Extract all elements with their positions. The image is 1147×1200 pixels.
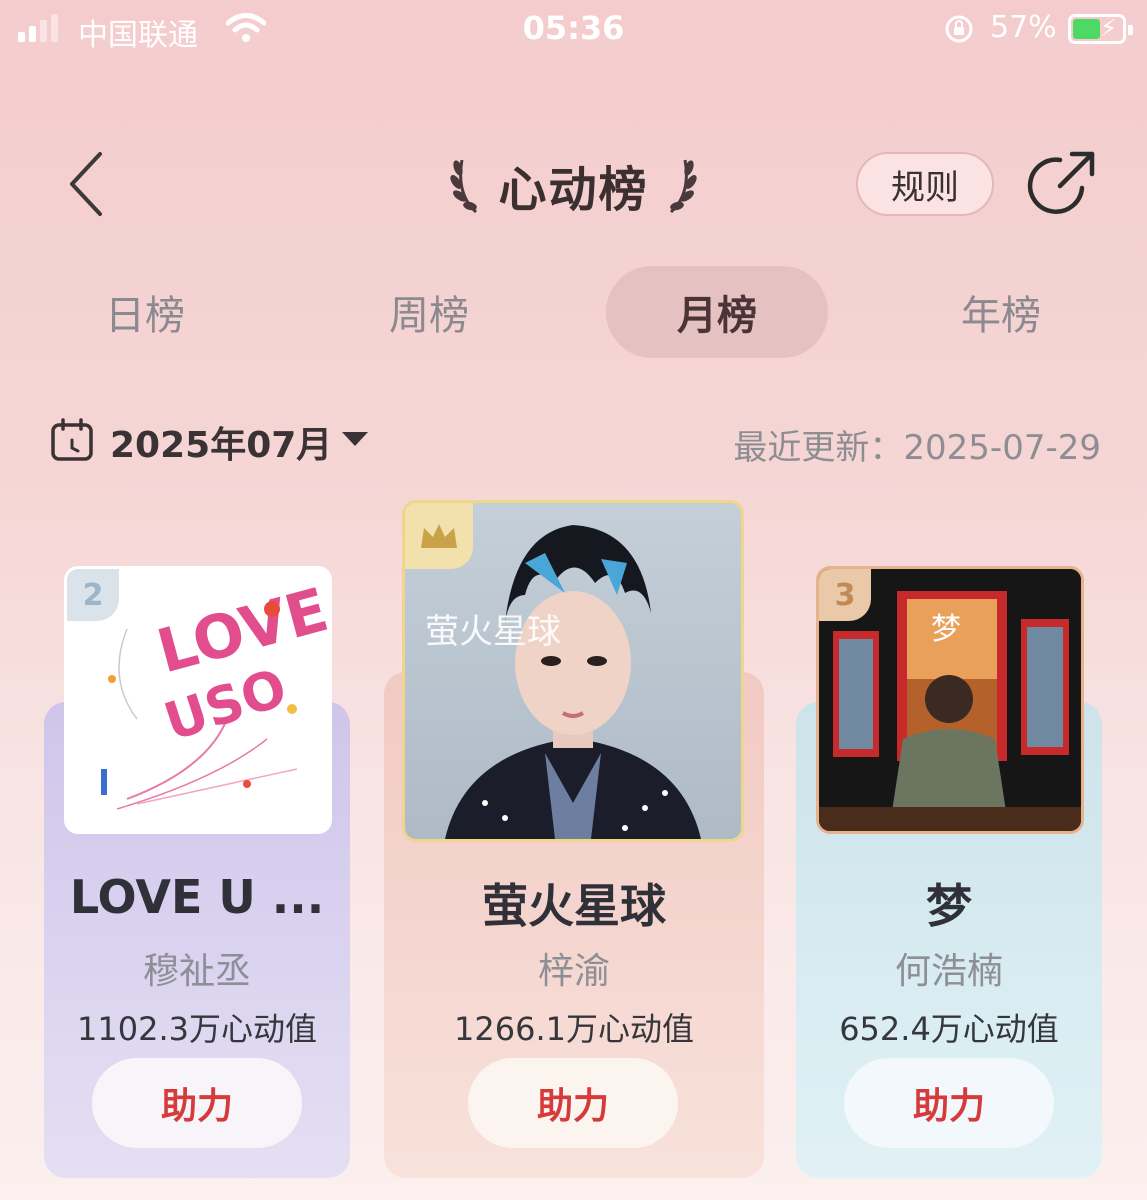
boost-button-3[interactable]: 助力	[844, 1058, 1054, 1148]
song-title-1[interactable]: 萤火星球	[384, 870, 764, 936]
album-cover-2[interactable]: LOVE USO 2	[64, 566, 332, 834]
rank-badge-3: 3	[819, 569, 871, 621]
artist-name-2[interactable]: 穆祉丞	[44, 942, 350, 994]
boost-button-2[interactable]: 助力	[92, 1058, 302, 1148]
battery-percent: 57%	[990, 10, 1057, 45]
dropdown-caret-icon[interactable]	[342, 432, 368, 446]
artist-name-3[interactable]: 何浩楠	[796, 942, 1102, 994]
heart-score-1: 1266.1万心动值	[454, 1010, 694, 1048]
rank-badge-1	[405, 503, 473, 569]
artist-name-1[interactable]: 梓渝	[384, 942, 764, 994]
song-title-2[interactable]: LOVE U ...	[44, 870, 350, 924]
album-cover-3[interactable]: 梦 3	[816, 566, 1084, 834]
battery-fill	[1073, 19, 1100, 39]
bolt-icon: ⚡	[1100, 14, 1117, 42]
last-updated-value: 2025-07-29	[903, 428, 1101, 468]
period-tabs: 日榜 周榜 月榜 年榜	[0, 266, 1147, 358]
boost-button-1[interactable]: 助力	[468, 1058, 678, 1148]
album-cover-1[interactable]: 萤火星球	[402, 500, 744, 842]
heart-score-3: 652.4万心动值	[839, 1010, 1059, 1048]
rules-button[interactable]: 规则	[856, 152, 994, 216]
tab-weekly[interactable]: 周榜	[318, 266, 540, 358]
calendar-icon[interactable]	[50, 418, 94, 462]
tab-monthly[interactable]: 月榜	[606, 266, 828, 358]
rank-badge-2: 2	[67, 569, 119, 621]
share-icon[interactable]	[1026, 148, 1098, 220]
laurel-right-icon	[669, 159, 697, 214]
page-title: 心动榜	[498, 162, 649, 218]
last-updated: 最近更新：2025-07-29	[733, 420, 1101, 469]
tab-daily[interactable]: 日榜	[34, 266, 256, 358]
month-selector[interactable]: 2025年07月	[110, 416, 332, 468]
heart-score-2: 1102.3万心动值	[77, 1010, 317, 1048]
svg-text:萤火星球: 萤火星球	[425, 612, 561, 652]
svg-text:梦: 梦	[931, 612, 961, 647]
status-time: 05:36	[522, 9, 625, 47]
tab-yearly[interactable]: 年榜	[890, 266, 1112, 358]
rotation-lock-icon	[945, 15, 973, 43]
last-updated-label: 最近更新：	[733, 428, 904, 468]
song-title-3[interactable]: 梦	[796, 870, 1102, 936]
laurel-left-icon	[450, 159, 478, 214]
status-bar: 中国联通 05:36 57% ⚡	[0, 0, 1147, 60]
crown-icon	[421, 524, 457, 548]
battery-icon: ⚡	[1068, 14, 1133, 44]
